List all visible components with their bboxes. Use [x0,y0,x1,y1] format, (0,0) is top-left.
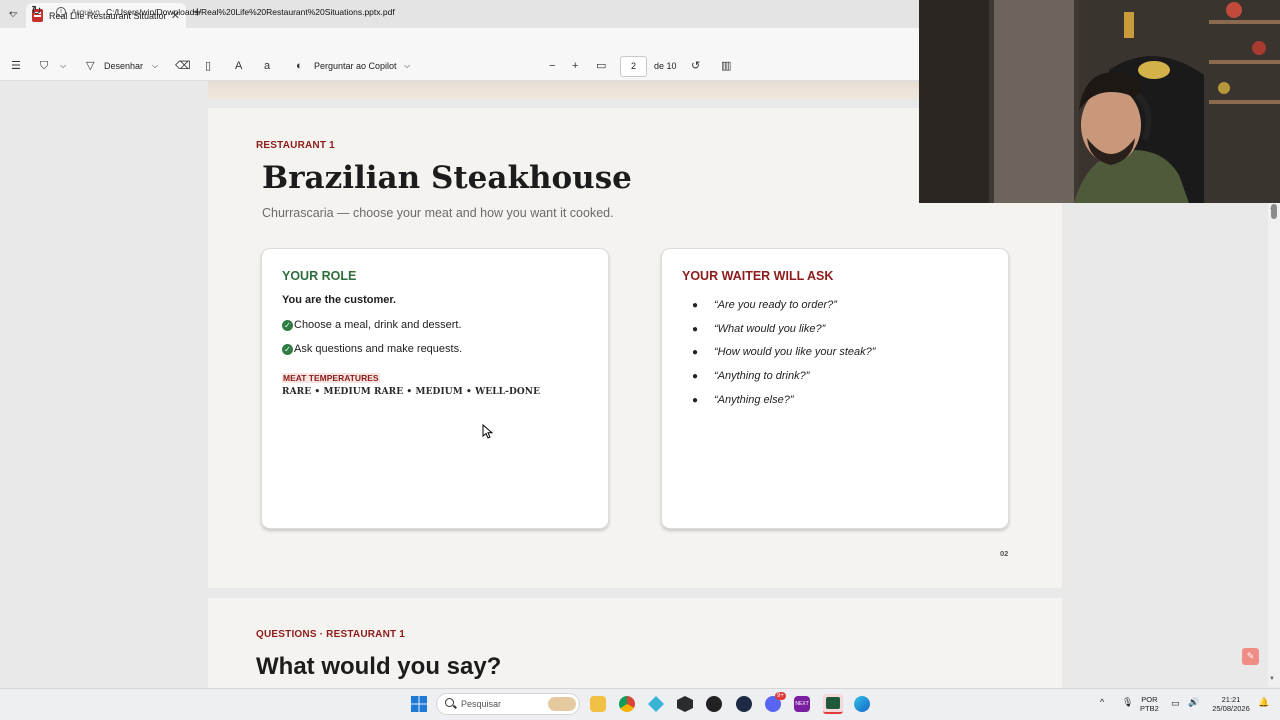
waiter-question-text: “Anything to drink?” [714,370,810,382]
info-icon[interactable]: i [56,7,66,17]
language-bottom: PTB2 [1140,704,1159,713]
active-app-icon[interactable] [823,694,843,714]
draw-pen-icon[interactable]: ▽ [86,60,94,72]
next-slide-title: What would you say? [256,653,502,680]
slide-subtitle: Churrascaria — choose your meat and how … [262,206,614,220]
check-circle-icon: ✓ [282,343,293,355]
waiter-question-text: “What would you like?” [714,323,826,335]
text-box-icon[interactable]: ▯ [205,60,211,72]
refresh-icon[interactable]: ↻ [31,4,42,18]
eraser-icon[interactable]: ⌫ [175,60,191,72]
check-circle-icon: ✓ [282,319,293,331]
read-aloud-icon[interactable]: A [235,60,242,72]
fit-page-icon[interactable]: ▭ [596,60,606,72]
webcam-overlay [919,0,1280,203]
waiter-question: ● “What would you like?” [692,323,825,335]
back-arrow-icon[interactable]: ← [7,4,20,18]
zoom-out-icon[interactable]: − [549,60,555,72]
page-view-icon[interactable]: ▥ [721,60,731,72]
address-url[interactable]: C:/Users/win/Downloads/Real%20Life%20Res… [106,7,395,17]
scrollbar-thumb[interactable] [1271,204,1277,219]
language-indicator[interactable]: POR PTB2 [1140,695,1159,713]
copilot-dropdown-icon[interactable]: ⌵ [404,60,410,72]
windows-start-icon[interactable] [411,696,427,712]
webcam-video-image [919,0,1280,203]
next-slide-eyebrow: QUESTIONS · RESTAURANT 1 [256,629,406,640]
obs-icon[interactable] [706,696,722,712]
windows-taskbar [0,688,1280,720]
search-highlight-icon[interactable] [548,697,576,711]
waiter-question-text: “Anything else?” [714,394,794,406]
search-placeholder: Pesquisar [461,699,502,709]
role-item: ✓ Choose a meal, drink and dessert. [282,319,462,331]
slide-title: Brazilian Steakhouse [262,160,632,196]
translate-icon[interactable]: a [264,60,270,72]
slide-page-number: 02 [1000,549,1009,558]
bullet-icon: ● [692,371,699,382]
scroll-down-icon[interactable]: ▼ [1269,676,1275,682]
microphone-icon[interactable]: 🎙 [1122,698,1133,707]
role-item: ✓ Ask questions and make requests. [282,343,462,355]
waiter-card [661,248,1009,529]
waiter-question: ● “Anything to drink?” [692,370,809,382]
edge-icon[interactable] [854,696,870,712]
discord-badge: 9+ [775,692,786,700]
waiter-question-text: “How would you like your steak?” [714,346,876,358]
waiter-question: ● “How would you like your steak?” [692,346,875,358]
meat-temperatures-label: MEAT TEMPERATURES [282,373,380,383]
pdf-page-3 [208,598,1062,698]
file-explorer-icon[interactable] [590,696,606,712]
vertical-scrollbar[interactable] [1268,203,1280,687]
role-item-text: Choose a meal, drink and dessert. [294,319,462,331]
clock[interactable]: 21:21 25/08/2026 [1207,695,1255,713]
notifications-icon[interactable]: 🔔 [1258,698,1269,707]
next-app-icon[interactable]: NEXT [794,696,810,712]
draw-dropdown-icon[interactable]: ⌵ [152,60,158,72]
bullet-icon: ● [692,300,699,311]
slide-eyebrow: RESTAURANT 1 [256,140,335,151]
contents-list-icon[interactable]: ☰ [11,60,21,72]
app-arrow-icon[interactable] [736,696,752,712]
tray-chevron-up-icon[interactable]: ^ [1100,698,1104,707]
copilot-label[interactable]: Perguntar ao Copilot [314,60,397,72]
page-number-input[interactable]: 2 [620,56,647,77]
waiter-question: ● “Anything else?” [692,394,794,406]
network-icon[interactable]: ▭ [1171,699,1180,708]
role-you-are: You are the customer. [282,294,397,306]
clock-date: 25/08/2026 [1212,704,1250,713]
chrome-icon[interactable] [619,696,635,712]
address-scheme-label: Arquivo [71,7,100,17]
waiter-question-text: “Are you ready to order?” [714,299,837,311]
volume-icon[interactable]: 🔊 [1188,698,1199,707]
draw-label[interactable]: Desenhar [104,60,143,72]
waiter-card-heading: YOUR WAITER WILL ASK [682,269,834,283]
waiter-question: ● “Are you ready to order?” [692,299,837,311]
rotate-icon[interactable]: ↺ [691,60,700,72]
bullet-icon: ● [692,395,699,406]
bullet-icon: ● [692,324,699,335]
role-card-heading: YOUR ROLE [282,269,357,283]
bullet-icon: ● [692,347,699,358]
clock-time: 21:21 [1221,695,1241,704]
zoom-in-icon[interactable]: + [572,60,578,72]
search-icon [445,698,454,707]
role-item-text: Ask questions and make requests. [294,343,463,355]
meat-temperatures-values: RARE • MEDIUM RARE • MEDIUM • WELL-DONE [282,387,541,397]
acrobat-pdf-icon[interactable]: ✎ [1242,648,1259,665]
copilot-icon[interactable]: ◐ [296,60,303,72]
highlighter-icon[interactable]: ⛉ [40,60,48,72]
language-top: POR [1141,695,1158,704]
page-total: de 10 [654,61,677,71]
highlighter-dropdown-icon[interactable]: ⌵ [60,60,66,72]
